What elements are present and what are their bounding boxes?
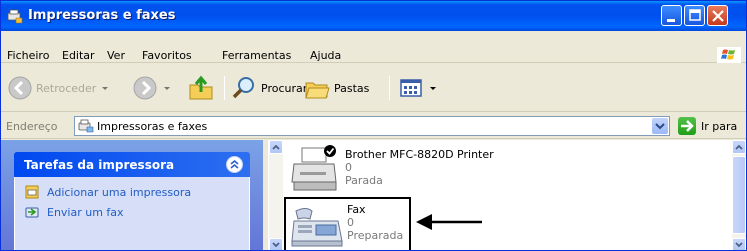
- pointer-arrow-icon: [416, 214, 482, 230]
- fax-status: Preparada: [347, 229, 404, 242]
- go-button[interactable]: [678, 117, 696, 135]
- task-pane: Tarefas da impressora Adicionar uma impr: [1, 140, 263, 250]
- go-arrow-icon: [681, 120, 694, 132]
- task-pane-scrollbar[interactable]: [269, 140, 283, 250]
- folders-icon: [305, 82, 330, 99]
- scroll-thumb[interactable]: [732, 156, 746, 234]
- back-arrow-icon: [8, 76, 32, 100]
- add-printer-link[interactable]: Adicionar uma impressora: [25, 185, 191, 199]
- content-area: Tarefas da impressora Adicionar uma impr: [1, 140, 746, 250]
- chevron-down-icon: [655, 123, 665, 130]
- close-button[interactable]: [707, 5, 728, 26]
- window-title: Impressoras e faxes: [28, 8, 176, 23]
- forward-button[interactable]: [132, 74, 170, 102]
- fax-icon: [291, 208, 343, 247]
- printer-icon: [291, 145, 337, 191]
- send-fax-label: Enviar um fax: [47, 205, 124, 219]
- fax-name: Fax: [347, 203, 366, 216]
- list-scrollbar[interactable]: [732, 140, 746, 250]
- menu-editar[interactable]: Editar: [62, 49, 95, 62]
- maximize-button[interactable]: [684, 5, 705, 26]
- maximize-icon: [689, 9, 701, 21]
- search-button[interactable]: Procurar: [230, 74, 307, 102]
- address-bar: Endereço Impressoras e faxes Ir para: [1, 113, 746, 139]
- collapse-button[interactable]: [226, 156, 243, 173]
- views-icon: [400, 79, 422, 97]
- printer-job-count: 0: [345, 161, 352, 174]
- send-fax-icon: [25, 207, 39, 218]
- menu-ferramentas[interactable]: Ferramentas: [222, 49, 291, 62]
- scroll-up-button[interactable]: [269, 140, 283, 154]
- task-panel-title: Tarefas da impressora: [24, 158, 175, 172]
- menu-ver[interactable]: Ver: [107, 49, 125, 62]
- toolbar-separator: [224, 76, 225, 100]
- send-fax-link[interactable]: Enviar um fax: [25, 205, 124, 219]
- up-folder-button[interactable]: [187, 74, 215, 102]
- minimize-button[interactable]: [661, 5, 682, 26]
- pane-splitter[interactable]: [263, 140, 268, 250]
- menu-bar: Ficheiro Editar Ver Favoritos Ferramenta…: [1, 31, 746, 63]
- go-label[interactable]: Ir para: [701, 120, 737, 133]
- add-printer-icon: [25, 185, 39, 199]
- chevron-up-icon: [735, 144, 743, 150]
- fax-item-text: Fax 0 Preparada: [347, 203, 403, 242]
- task-panel-header[interactable]: Tarefas da impressora: [14, 152, 250, 177]
- toolbar: Retroceder Procurar Pastas: [1, 64, 746, 112]
- views-dropdown-icon[interactable]: [430, 86, 436, 90]
- folders-label: Pastas: [334, 81, 370, 95]
- search-icon: [232, 77, 254, 99]
- add-printer-label: Adicionar uma impressora: [47, 185, 192, 199]
- close-icon: [712, 10, 724, 22]
- address-field[interactable]: Impressoras e faxes: [74, 116, 670, 136]
- printer-folder-icon: [7, 9, 23, 24]
- explorer-window: Impressoras e faxes Ficheiro Editar Ver …: [0, 0, 747, 251]
- search-label: Procurar: [261, 81, 308, 95]
- back-button[interactable]: Retroceder: [7, 74, 109, 102]
- address-dropdown-button[interactable]: [652, 118, 668, 134]
- scroll-down-button[interactable]: [269, 238, 283, 250]
- back-label: Retroceder: [36, 81, 97, 95]
- printer-name: Brother MFC-8820D Printer: [345, 148, 494, 161]
- windows-logo-icon: [717, 47, 741, 63]
- chevron-down-icon: [735, 242, 743, 248]
- menu-ficheiro[interactable]: Ficheiro: [7, 49, 49, 62]
- fax-job-count: 0: [347, 216, 354, 229]
- views-button[interactable]: [398, 74, 436, 102]
- chevron-down-icon: [272, 242, 280, 248]
- task-panel-body: Adicionar uma impressora Enviar um fax: [14, 177, 250, 250]
- address-value: Impressoras e faxes: [97, 120, 208, 133]
- printer-list: Brother MFC-8820D Printer 0 Parada Fax 0: [284, 140, 732, 250]
- forward-arrow-icon: [133, 76, 157, 100]
- address-label: Endereço: [6, 120, 58, 133]
- scroll-down-button[interactable]: [732, 238, 746, 250]
- printer-item-fax[interactable]: Fax 0 Preparada: [284, 197, 411, 250]
- double-chevron-up-icon: [230, 159, 239, 169]
- scroll-up-button[interactable]: [732, 140, 746, 154]
- back-dropdown-icon[interactable]: [102, 86, 109, 90]
- folders-button[interactable]: Pastas: [303, 74, 369, 102]
- printer-tasks-panel: Tarefas da impressora Adicionar uma impr: [14, 152, 250, 250]
- printer-item-brother[interactable]: Brother MFC-8820D Printer 0 Parada: [284, 140, 584, 196]
- forward-dropdown-icon[interactable]: [164, 86, 170, 90]
- printer-folder-icon: [78, 119, 94, 133]
- printer-status: Parada: [345, 174, 383, 187]
- up-folder-icon: [189, 75, 213, 100]
- title-bar[interactable]: Impressoras e faxes: [1, 1, 746, 31]
- toolbar-separator: [389, 76, 390, 100]
- menu-ajuda[interactable]: Ajuda: [310, 49, 341, 62]
- menu-favoritos[interactable]: Favoritos: [142, 49, 192, 62]
- printer-item-text: Brother MFC-8820D Printer 0 Parada: [345, 148, 494, 187]
- minimize-icon: [667, 19, 675, 22]
- chevron-up-icon: [272, 144, 280, 150]
